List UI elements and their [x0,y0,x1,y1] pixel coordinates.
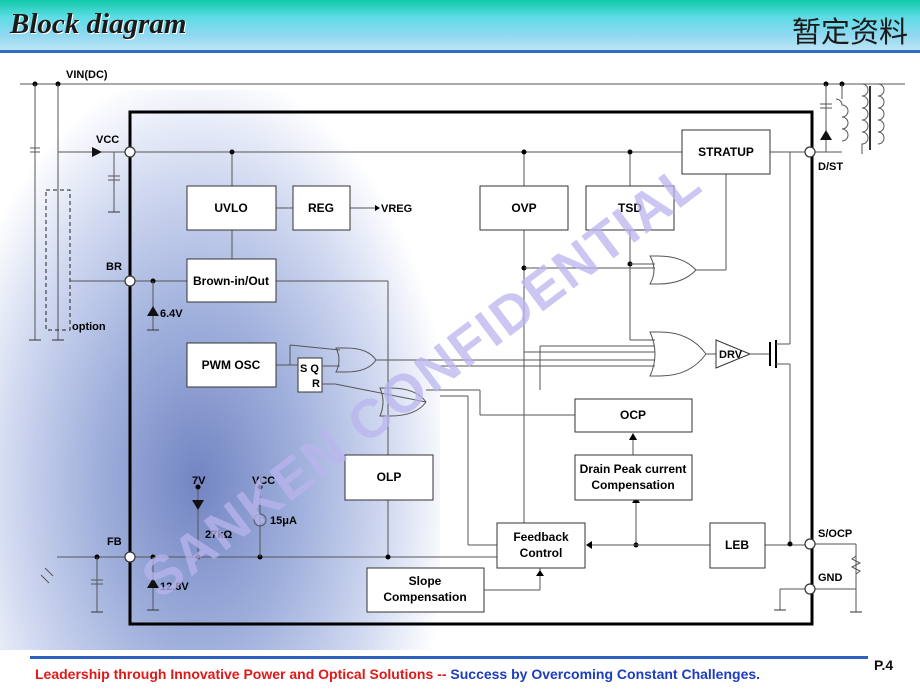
pin-dst [804,146,816,158]
v7-label: 7V [192,475,206,487]
footer-slogan-right: Success by Overcoming Constant Challenge… [450,666,761,682]
optocoupler-icon [40,567,54,584]
footer-divider [30,656,868,659]
fb-label: FB [107,536,122,548]
vreg-label: VREG [381,203,412,215]
pwm-osc-label: PWM OSC [202,358,261,372]
startup-label: STRATUP [698,145,754,159]
brown-in-out-label: Brown-in/Out [193,274,269,288]
latch-r-label: R [312,378,320,390]
block-diagram: VIN(DC) option VCC BR 6.4V S Q R DRV FB … [20,69,905,626]
pin-gnd [804,583,816,595]
slide: Block diagram 暂定资料 VIN(DC) option VCC BR… [0,0,920,690]
ocp-label: OCP [620,408,646,422]
reg-label: REG [308,201,334,215]
feedback-label-2: Control [520,546,563,560]
or-gate [335,347,377,373]
zener-icon [147,306,159,316]
socp-label: S/OCP [818,528,852,540]
footer-slogan: Leadership through Innovative Power and … [35,666,760,682]
pin-vcc [124,146,136,158]
vcc-label: VCC [96,134,119,146]
vin-label: VIN(DC) [66,69,108,81]
slope-label-2: Compensation [383,590,466,604]
latch-sq-label: S Q [300,363,319,375]
option-label: option [72,321,106,333]
drain-peak-label-2: Compensation [591,478,674,492]
or-gate [649,255,697,285]
footer-slogan-left: Leadership through Innovative Power and … [35,666,434,682]
drain-peak-label-1: Drain Peak current [580,462,687,476]
diode-icon [92,147,102,157]
olp-label: OLP [377,470,402,484]
gnd-label: GND [818,572,843,584]
drv-label: DRV [719,349,743,361]
uvlo-label: UVLO [214,201,247,215]
or-gate [649,331,707,377]
pin-socp [804,538,816,550]
br-label: BR [106,261,122,273]
ovp-label: OVP [511,201,536,215]
diode-icon [820,130,832,140]
slope-label-1: Slope [409,574,442,588]
zener-6v4-label: 6.4V [160,308,183,320]
page-number: P.4 [874,657,894,673]
footer-separator: -- [437,666,447,682]
pin-br [124,275,136,287]
feedback-label-1: Feedback [513,530,569,544]
leb-label: LEB [725,538,749,552]
dst-label: D/ST [818,161,843,173]
